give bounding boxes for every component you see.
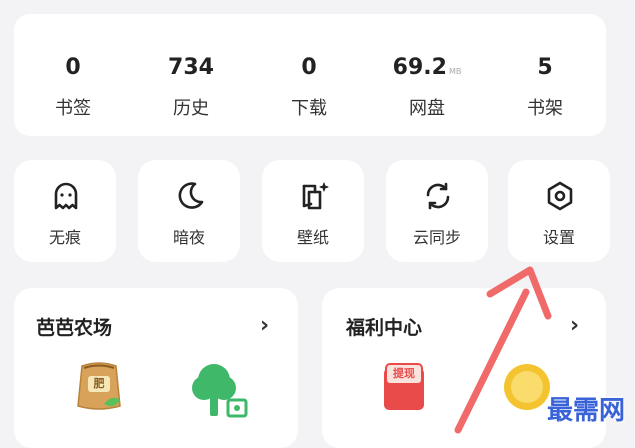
tool-night-mode[interactable]: 暗夜 [138, 160, 240, 262]
stat-label: 历史 [173, 98, 209, 119]
ghost-icon [50, 180, 82, 212]
moon-icon [174, 180, 206, 212]
stat-value: 0 [301, 55, 317, 80]
tool-incognito[interactable]: 无痕 [14, 160, 116, 262]
stat-value: 69.2 MB [392, 55, 462, 80]
tool-label: 壁纸 [296, 228, 329, 247]
tool-cloud-sync[interactable]: 云同步 [386, 160, 488, 262]
stat-cloud-drive[interactable]: 69.2 MB 网盘 [368, 14, 486, 136]
stat-unit: MB [448, 67, 462, 76]
sync-icon [422, 180, 454, 212]
stat-label: 书签 [55, 98, 91, 119]
welfare-title: 福利中心 [346, 317, 423, 339]
stat-history[interactable]: 734 历史 [132, 14, 250, 136]
chevron-right-icon[interactable]: › [260, 314, 269, 338]
tool-wallpaper[interactable]: 壁纸 [262, 160, 364, 262]
fertilizer-sack-icon: 肥 [74, 358, 124, 412]
settings-hexagon-icon [544, 180, 576, 212]
tool-settings[interactable]: 设置 [508, 160, 610, 262]
stat-label: 下载 [291, 98, 327, 119]
farm-title: 芭芭农场 [36, 317, 113, 339]
red-envelope-icon: 提现 [382, 360, 426, 412]
stat-bookshelf[interactable]: 5 书架 [486, 14, 604, 136]
sack-label: 肥 [93, 377, 105, 390]
envelope-label: 提现 [393, 367, 415, 380]
coin-icon [502, 362, 552, 412]
chevron-right-icon[interactable]: › [570, 314, 579, 338]
wallpaper-icon [298, 180, 330, 212]
stat-value: 734 [168, 55, 214, 80]
stat-label: 网盘 [409, 98, 445, 119]
stat-downloads[interactable]: 0 下载 [250, 14, 368, 136]
tool-label: 暗夜 [172, 228, 205, 247]
tool-label: 设置 [542, 228, 575, 247]
stats-card: 0 书签 734 历史 0 下载 69.2 MB 网盘 5 书架 [14, 14, 606, 136]
farm-card[interactable]: 芭芭农场 › 肥 [14, 288, 298, 448]
stat-bookmarks[interactable]: 0 书签 [14, 14, 132, 136]
tool-label: 无痕 [48, 228, 81, 247]
watermark-logo: 最需网 [546, 396, 625, 426]
stat-value: 0 [65, 55, 81, 80]
stat-value: 5 [537, 55, 553, 80]
stat-label: 书架 [527, 98, 563, 119]
tool-label: 云同步 [412, 228, 461, 247]
tree-icon [190, 362, 252, 418]
